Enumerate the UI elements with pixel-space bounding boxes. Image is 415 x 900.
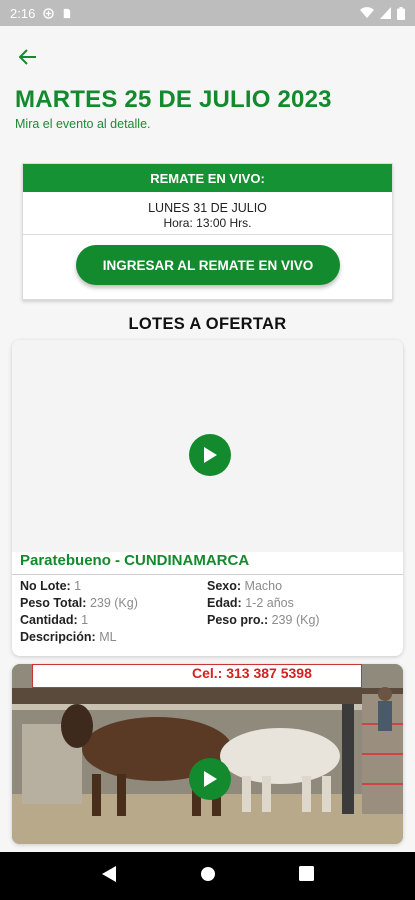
page-title: MARTES 25 DE JULIO 2023 — [15, 86, 332, 113]
quantity-label: Cantidad: — [20, 613, 78, 627]
live-auction-header: REMATE EN VIVO: — [23, 164, 392, 192]
triangle-back-icon — [102, 865, 117, 882]
total-weight-label: Peso Total: — [20, 596, 87, 610]
total-weight-value: 239 (Kg) — [89, 596, 138, 610]
join-live-auction-button[interactable]: INGRESAR AL REMATE EN VIVO — [76, 245, 340, 285]
live-auction-card: REMATE EN VIVO: LUNES 31 DE JULIO Hora: … — [22, 163, 393, 300]
arrow-left-icon — [19, 49, 36, 65]
battery-icon — [397, 6, 405, 20]
description-label: Descripción: — [20, 630, 96, 644]
play-button[interactable] — [189, 434, 231, 476]
lot-location: Paratebueno - CUNDINAMARCA — [20, 552, 250, 569]
sd-card-icon — [64, 8, 71, 18]
main-content: MARTES 25 DE JULIO 2023 Mira el evento a… — [0, 26, 415, 852]
divider — [23, 234, 392, 235]
video-player[interactable] — [12, 340, 403, 552]
lot-card[interactable]: Paratebueno - CUNDINAMARCA No Lote: 1 Pe… — [12, 340, 403, 656]
sex-value: Macho — [244, 579, 283, 593]
circle-home-icon — [200, 866, 215, 881]
cattle-thumbnail — [12, 664, 403, 844]
sex-label: Sexo: — [207, 579, 242, 593]
lot-card[interactable]: Cel.: 313 387 5398 — [12, 664, 403, 844]
quantity-value: 1 — [81, 613, 89, 627]
lot-details-left: No Lote: 1 Peso Total: 239 (Kg) Cantidad… — [20, 578, 138, 646]
nav-back-button[interactable] — [101, 865, 117, 888]
live-auction-date: LUNES 31 DE JULIO — [148, 201, 267, 215]
description-value: ML — [99, 630, 117, 644]
signal-icon — [380, 7, 391, 19]
wifi-icon — [360, 7, 374, 19]
live-auction-hour: Hora: 13:00 Hrs. — [163, 216, 252, 230]
lot-details-right: Sexo: Macho Edad: 1-2 años Peso pro.: 23… — [207, 578, 320, 629]
avg-weight-label: Peso pro.: — [207, 613, 269, 627]
age-value: 1-2 años — [245, 596, 294, 610]
age-label: Edad: — [207, 596, 242, 610]
data-saver-icon — [43, 7, 55, 19]
nav-recents-button[interactable] — [298, 866, 314, 886]
divider — [12, 574, 403, 575]
page-subtitle: Mira el evento al detalle. — [15, 117, 151, 131]
avg-weight-value: 239 (Kg) — [271, 613, 320, 627]
status-bar: 2:16 — [0, 0, 415, 26]
nav-home-button[interactable] — [200, 866, 216, 887]
play-icon — [204, 771, 217, 787]
lot-number-value: 1 — [74, 579, 82, 593]
status-time: 2:16 — [10, 5, 36, 21]
navigation-bar — [0, 852, 415, 900]
banner-phone-text: Cel.: 313 387 5398 — [192, 665, 312, 681]
play-button[interactable] — [189, 758, 231, 800]
square-recents-icon — [298, 866, 314, 881]
play-icon — [204, 447, 217, 463]
lot-number-label: No Lote: — [20, 579, 71, 593]
lots-section-title: LOTES A OFERTAR — [128, 315, 287, 333]
back-button[interactable] — [14, 43, 42, 71]
